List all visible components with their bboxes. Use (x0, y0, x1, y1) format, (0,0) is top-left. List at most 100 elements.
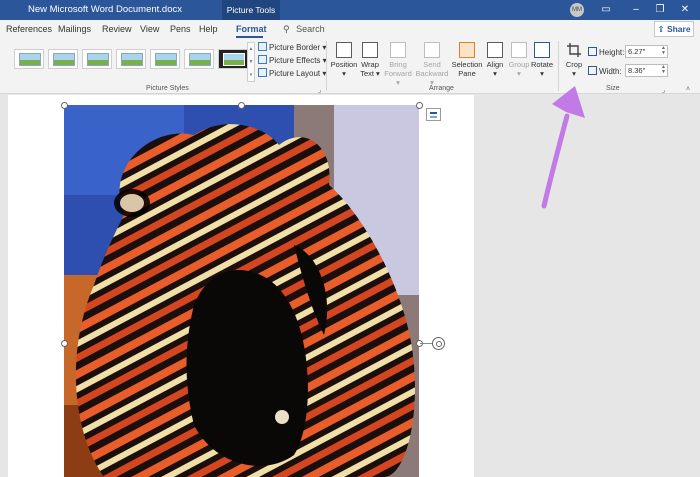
tab-view[interactable]: View (140, 24, 159, 34)
close-icon[interactable]: ✕ (677, 2, 693, 18)
height-input[interactable]: 6.27" ▲ ▼ (625, 45, 668, 58)
resize-handle-top-left[interactable] (61, 102, 68, 109)
bring-label-2: Forward (384, 69, 412, 78)
search-icon: ⚲ (283, 24, 290, 34)
tab-review[interactable]: Review (102, 24, 132, 34)
send-label-1: Send (423, 60, 441, 69)
layout-options-icon[interactable] (426, 108, 441, 121)
send-label-2: Backward (415, 69, 449, 78)
group-separator (558, 41, 559, 91)
height-spinner[interactable]: ▲ ▼ (661, 46, 666, 56)
bring-label-1: Bring (389, 60, 407, 69)
width-icon (588, 66, 597, 75)
picture-style-7[interactable] (218, 49, 248, 69)
tab-format[interactable]: Format (236, 24, 267, 34)
picture-style-5[interactable] (150, 49, 180, 69)
title-bar: New Microsoft Word Document.docx Picture… (0, 0, 700, 20)
align-icon (487, 42, 503, 58)
picture-styles-launcher-icon[interactable]: ⌟ (318, 86, 321, 94)
word-window: New Microsoft Word Document.docx Picture… (0, 0, 700, 477)
position-label: Position (330, 60, 358, 69)
selected-picture[interactable] (64, 105, 419, 477)
resize-handle-top-right[interactable] (416, 102, 423, 109)
search-box[interactable]: ⚲ Search (283, 24, 325, 35)
width-input[interactable]: 8.36" ▲ ▼ (625, 64, 668, 77)
user-avatar[interactable]: MM (570, 3, 584, 17)
group-button[interactable]: Group ▾ (507, 42, 531, 78)
selection-label-1: Selection (451, 60, 483, 69)
bring-forward-button[interactable]: Bring Forward ▾ (382, 42, 414, 87)
share-label: Share (666, 24, 691, 34)
crop-label: Crop (565, 60, 583, 69)
tab-pens[interactable]: Pens (170, 24, 191, 34)
picture-layout-button[interactable]: Picture Layout ▾ (258, 68, 326, 78)
wrap-label-2: Text (360, 69, 374, 78)
height-label-row: Height: (588, 47, 624, 57)
picture-effects-icon (258, 55, 267, 64)
group-label: Group (508, 60, 530, 69)
picture-layout-icon (258, 68, 267, 77)
picture-style-2[interactable] (48, 49, 78, 69)
picture-effects-button[interactable]: Picture Effects ▾ (258, 55, 327, 65)
group-icon (511, 42, 527, 58)
share-button[interactable]: ⇪ Share (654, 21, 694, 37)
gallery-scroll[interactable]: ▲ ▼ ▾ (247, 42, 255, 82)
wrap-text-icon (362, 42, 378, 58)
height-icon (588, 47, 597, 56)
resize-handle-left[interactable] (61, 340, 68, 347)
tab-mailings[interactable]: Mailings (58, 24, 91, 34)
tab-references[interactable]: References (6, 24, 52, 34)
align-label: Align (486, 60, 504, 69)
width-label: Width: (599, 67, 622, 76)
picture-layout-label: Picture Layout (269, 69, 321, 78)
picture-border-icon (258, 42, 267, 51)
picture-tools-context-tab[interactable]: Picture Tools (222, 0, 280, 20)
picture-style-4[interactable] (116, 49, 146, 69)
picture-styles-group-label: Picture Styles (146, 85, 189, 92)
active-tab-indicator (236, 36, 263, 38)
selection-pane-button[interactable]: Selection Pane (451, 42, 483, 78)
picture-border-label: Picture Border (269, 43, 321, 52)
send-backward-button[interactable]: Send Backward ▾ (414, 42, 450, 87)
rotate-handle-connector (420, 343, 432, 344)
width-spinner[interactable]: ▲ ▼ (661, 65, 666, 75)
position-button[interactable]: Position ▾ (330, 42, 358, 78)
rotate-handle-icon[interactable] (432, 337, 445, 350)
send-backward-icon (424, 42, 440, 58)
height-label: Height: (599, 48, 625, 57)
rotate-label: Rotate (530, 60, 554, 69)
selection-pane-icon (459, 42, 475, 58)
wrap-text-button[interactable]: Wrap Text ▾ (358, 42, 382, 78)
group-separator (326, 41, 327, 91)
resize-handle-top[interactable] (238, 102, 245, 109)
size-launcher-icon[interactable]: ⌟ (662, 86, 665, 94)
picture-border-button[interactable]: Picture Border ▾ (258, 42, 326, 52)
restore-icon[interactable]: ❐ (652, 2, 668, 18)
ribbon: ▲ ▼ ▾ Picture Border ▾ Picture Effects ▾ P… (0, 39, 700, 94)
arrange-group-label: Arrange (429, 85, 454, 92)
picture-style-3[interactable] (82, 49, 112, 69)
size-group-label: Size (606, 85, 620, 92)
position-icon (336, 42, 352, 58)
rotate-button[interactable]: Rotate ▾ (530, 42, 554, 78)
minimize-icon[interactable]: – (628, 2, 644, 18)
tab-help[interactable]: Help (199, 24, 218, 34)
rotate-icon (534, 42, 550, 58)
document-title: New Microsoft Word Document.docx (28, 4, 182, 15)
crop-button[interactable]: Crop ▾ (561, 42, 587, 78)
crop-icon (566, 42, 582, 58)
width-label-row: Width: (588, 66, 622, 76)
height-value: 6.27" (628, 47, 646, 56)
search-label: Search (296, 24, 325, 34)
selection-label-2: Pane (458, 69, 476, 78)
ribbon-display-options-icon[interactable]: ▭ (598, 2, 614, 18)
bring-forward-icon (390, 42, 406, 58)
width-value: 8.36" (628, 66, 646, 75)
align-button[interactable]: Align ▾ (483, 42, 507, 78)
share-icon: ⇪ (657, 24, 665, 34)
ribbon-tabs: References Mailings Review View Pens Hel… (0, 20, 700, 39)
picture-style-1[interactable] (14, 49, 44, 69)
picture-style-6[interactable] (184, 49, 214, 69)
collapse-ribbon-icon[interactable]: ˄ (686, 86, 690, 93)
wrap-label-1: Wrap (361, 60, 379, 69)
